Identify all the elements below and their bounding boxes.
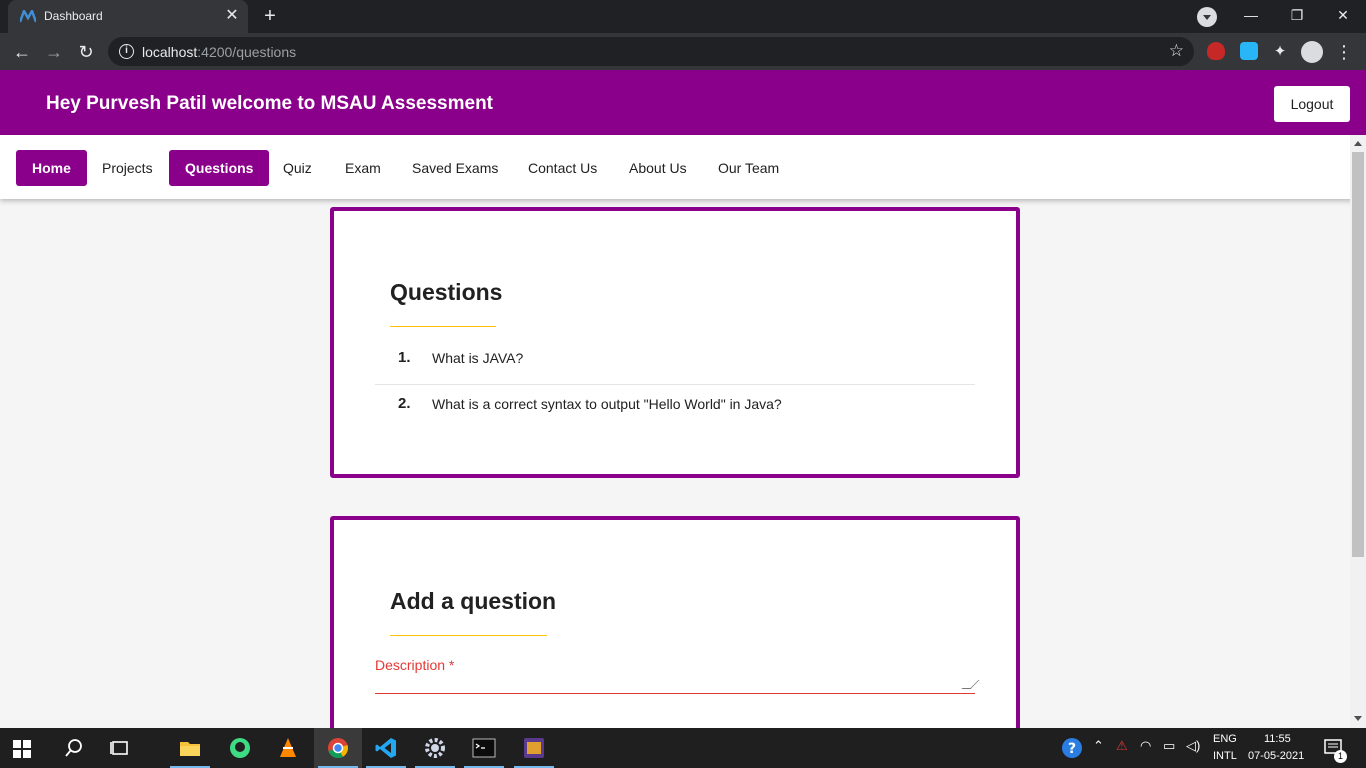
nav-our-team[interactable]: Our Team — [702, 150, 795, 186]
site-info-icon[interactable]: i — [119, 44, 134, 59]
pdf-reader-icon[interactable]: ⚠ — [1116, 738, 1128, 754]
wifi-icon[interactable]: ◠ — [1140, 738, 1151, 754]
nav-about-us[interactable]: About Us — [613, 150, 703, 186]
new-tab-button[interactable]: + — [258, 5, 282, 29]
folder-icon — [180, 742, 200, 756]
description-label: Description * — [375, 657, 455, 673]
windows-taskbar: ? ⌃ ⚠ ◠ ▭ ◁) ENG INTL 11:55 07-05-2021 1 — [0, 728, 1366, 768]
heading-underline — [390, 635, 547, 636]
notification-count-badge: 1 — [1334, 750, 1347, 763]
settings-taskbar-button[interactable] — [411, 728, 459, 768]
app-icon — [524, 738, 544, 758]
app-header: Hey Purvesh Patil welcome to MSAU Assess… — [0, 70, 1366, 135]
back-arrow-icon[interactable]: ← — [10, 40, 34, 64]
windows-start-icon[interactable] — [13, 740, 31, 758]
svg-text:?: ? — [1068, 741, 1076, 757]
show-hidden-icons-chevron-icon[interactable]: ⌃ — [1093, 738, 1104, 754]
gear-icon — [425, 738, 445, 758]
nav-quiz[interactable]: Quiz — [267, 150, 328, 186]
clock-time[interactable]: 11:55 — [1264, 733, 1291, 745]
description-field[interactable] — [375, 676, 975, 694]
question-number: 1. — [398, 349, 411, 366]
questions-heading: Questions — [390, 279, 503, 305]
chrome-icon — [328, 738, 348, 759]
welcome-title: Hey Purvesh Patil welcome to MSAU Assess… — [46, 93, 494, 114]
question-row[interactable]: 1. What is JAVA? — [375, 339, 975, 384]
url-path: :4200/questions — [197, 44, 297, 60]
app-favicon-icon — [20, 10, 36, 23]
scrollbar-thumb[interactable] — [1352, 152, 1364, 557]
app-taskbar-button[interactable] — [510, 728, 558, 768]
browser-menu-icon[interactable]: ⋮ — [1334, 40, 1354, 64]
extensions-puzzle-icon[interactable]: ✦ — [1268, 40, 1292, 64]
search-icon[interactable] — [62, 736, 86, 760]
question-text: What is a correct syntax to output "Hell… — [432, 396, 782, 412]
add-question-heading: Add a question — [390, 588, 557, 614]
nav-questions[interactable]: Questions — [169, 150, 270, 186]
vlc-cone-icon — [280, 738, 296, 757]
add-question-card: Add a question Description * — [330, 516, 1020, 746]
questions-card: Questions 1. What is JAVA? 2. What is a … — [330, 207, 1020, 478]
nav-home[interactable]: Home — [16, 150, 87, 186]
vscode-icon — [375, 738, 396, 758]
nav-saved-exams[interactable]: Saved Exams — [396, 150, 514, 186]
tab-title: Dashboard — [44, 9, 103, 23]
browser-tab-bar: Dashboard ✕ + — ❐ ✕ — [0, 0, 1366, 33]
question-text: What is JAVA? — [432, 350, 524, 366]
clock-date[interactable]: 07-05-2021 — [1248, 750, 1304, 762]
keyboard-layout-indicator[interactable]: INTL — [1213, 750, 1237, 762]
chrome-taskbar-button[interactable] — [314, 728, 362, 768]
tab-close-icon[interactable]: ✕ — [224, 8, 240, 24]
android-studio-taskbar-button[interactable] — [216, 728, 264, 768]
file-explorer-taskbar-button[interactable] — [166, 728, 214, 768]
vlc-taskbar-button[interactable] — [264, 728, 312, 768]
main-nav: Home Projects Questions Quiz Exam Saved … — [0, 135, 1366, 199]
forward-arrow-icon[interactable]: → — [42, 40, 66, 64]
volume-icon[interactable]: ◁) — [1186, 738, 1200, 754]
terminal-taskbar-button[interactable] — [460, 728, 508, 768]
logout-button[interactable]: Logout — [1274, 86, 1350, 122]
url-host: localhost — [142, 44, 198, 60]
url-text[interactable]: localhost:4200/questions — [142, 44, 296, 60]
tab-search-button[interactable] — [1197, 7, 1217, 27]
bookmark-star-icon[interactable]: ☆ — [1169, 41, 1184, 61]
minimize-button[interactable]: — — [1228, 0, 1274, 33]
address-bar[interactable]: i localhost:4200/questions ☆ — [108, 37, 1194, 66]
android-studio-icon — [230, 738, 250, 758]
restore-button[interactable]: ❐ — [1274, 0, 1320, 33]
help-icon[interactable]: ? — [1060, 736, 1084, 760]
shield-extension-icon[interactable] — [1207, 42, 1225, 60]
browser-tab[interactable]: Dashboard ✕ — [8, 0, 248, 33]
battery-icon[interactable]: ▭ — [1163, 738, 1175, 754]
profile-avatar-icon[interactable] — [1301, 41, 1323, 63]
reload-icon[interactable]: ↻ — [74, 40, 98, 64]
question-row[interactable]: 2. What is a correct syntax to output "H… — [375, 384, 975, 429]
heading-underline — [390, 326, 496, 327]
translate-extension-icon[interactable] — [1240, 42, 1258, 60]
browser-toolbar: ← → ↻ i localhost:4200/questions ☆ ✦ ⋮ — [0, 33, 1366, 70]
close-window-button[interactable]: ✕ — [1320, 0, 1366, 33]
scroll-down-arrow-icon[interactable] — [1354, 716, 1362, 721]
scroll-up-arrow-icon[interactable] — [1354, 141, 1362, 146]
terminal-icon — [472, 738, 496, 758]
page-scrollbar[interactable] — [1350, 135, 1366, 728]
vscode-taskbar-button[interactable] — [362, 728, 410, 768]
chevron-down-icon — [1203, 15, 1211, 20]
question-number: 2. — [398, 395, 411, 412]
task-view-icon[interactable] — [108, 736, 132, 760]
nav-projects[interactable]: Projects — [86, 150, 169, 186]
nav-exam[interactable]: Exam — [329, 150, 397, 186]
nav-contact-us[interactable]: Contact Us — [512, 150, 613, 186]
language-indicator[interactable]: ENG — [1213, 733, 1237, 745]
